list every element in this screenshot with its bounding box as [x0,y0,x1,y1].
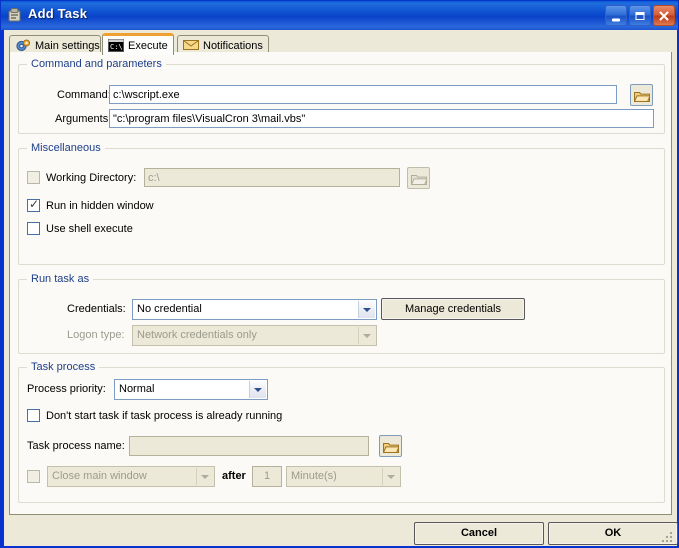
logon-type-combo[interactable]: Network credentials only [132,325,377,346]
manage-credentials-button[interactable]: Manage credentials [381,298,525,320]
credentials-combo[interactable]: No credential [132,299,377,320]
group-title: Command and parameters [27,58,166,70]
gear-icon [15,39,31,53]
use-shell-execute-label: Use shell execute [46,223,133,235]
group-miscellaneous: Miscellaneous Working Directory: c:\ ✓ R… [18,148,665,265]
working-directory-checkbox[interactable] [27,171,40,184]
command-browse-button[interactable] [630,84,653,106]
task-process-name-input[interactable] [129,436,369,456]
group-title: Run task as [27,273,93,285]
dont-start-if-running-checkbox[interactable] [27,409,40,422]
folder-icon [634,90,650,102]
after-label: after [222,470,246,482]
command-label: Command: [57,89,111,101]
window-controls [605,5,675,26]
group-title: Task process [27,361,99,373]
folder-icon [411,173,427,185]
group-task-process: Task process Process priority: Normal Do… [18,367,665,503]
close-action-value: Close main window [52,470,147,482]
credentials-value: No credential [137,303,202,315]
task-process-name-browse-button[interactable] [379,435,402,457]
logon-type-value: Network credentials only [137,329,257,341]
check-mark-icon: ✓ [29,198,40,211]
logon-type-label: Logon type: [67,329,125,341]
process-priority-combo[interactable]: Normal [114,379,268,400]
tab-label: Execute [128,40,168,52]
chevron-down-icon[interactable] [382,468,399,485]
tab-label: Main settings [35,40,100,52]
after-unit-combo[interactable]: Minute(s) [286,466,401,487]
run-hidden-window-checkbox[interactable]: ✓ [27,199,40,212]
close-button[interactable] [653,5,675,26]
add-task-dialog: Add Task [0,0,679,548]
close-action-checkbox[interactable] [27,470,40,483]
process-priority-value: Normal [119,383,154,395]
console-icon: C:\ [108,39,124,53]
after-value-input[interactable]: 1 [252,466,282,487]
arguments-input[interactable]: "c:\program files\VisualCron 3\mail.vbs" [109,109,654,128]
chevron-down-icon[interactable] [358,301,375,318]
title-bar: Add Task [1,1,679,30]
dialog-client-area: Main settings C:\ Execute [4,30,677,546]
use-shell-execute-checkbox[interactable] [27,222,40,235]
arguments-label: Arguments: [55,113,111,125]
tab-execute[interactable]: C:\ Execute [102,33,174,55]
task-process-name-label: Task process name: [27,440,125,452]
close-action-combo[interactable]: Close main window [47,466,215,487]
ok-button[interactable]: OK [548,522,678,545]
envelope-icon [183,39,199,53]
run-hidden-window-label: Run in hidden window [46,200,154,212]
after-unit-value: Minute(s) [291,470,337,482]
group-title: Miscellaneous [27,142,105,154]
task-app-icon [7,7,23,23]
credentials-label: Credentials: [67,303,126,315]
svg-text:C:\: C:\ [110,43,123,51]
working-directory-label: Working Directory: [46,172,136,184]
execute-tab-page: Command and parameters Command: c:\wscri… [9,52,672,515]
working-directory-input[interactable]: c:\ [144,168,400,187]
window-title: Add Task [28,6,87,21]
working-directory-browse-button[interactable] [407,167,430,189]
tab-label: Notifications [203,40,263,52]
folder-icon [383,441,399,453]
cancel-button[interactable]: Cancel [414,522,544,545]
chevron-down-icon[interactable] [249,381,266,398]
chevron-down-icon[interactable] [358,327,375,344]
resize-grip[interactable] [661,531,673,543]
dont-start-if-running-label: Don't start task if task process is alre… [46,410,282,422]
chevron-down-icon[interactable] [196,468,213,485]
minimize-button[interactable] [605,5,627,26]
process-priority-label: Process priority: [27,383,106,395]
command-input[interactable]: c:\wscript.exe [109,85,617,104]
maximize-button[interactable] [629,5,651,26]
group-run-task-as: Run task as Credentials: No credential M… [18,279,665,354]
group-command-and-parameters: Command and parameters Command: c:\wscri… [18,64,665,134]
